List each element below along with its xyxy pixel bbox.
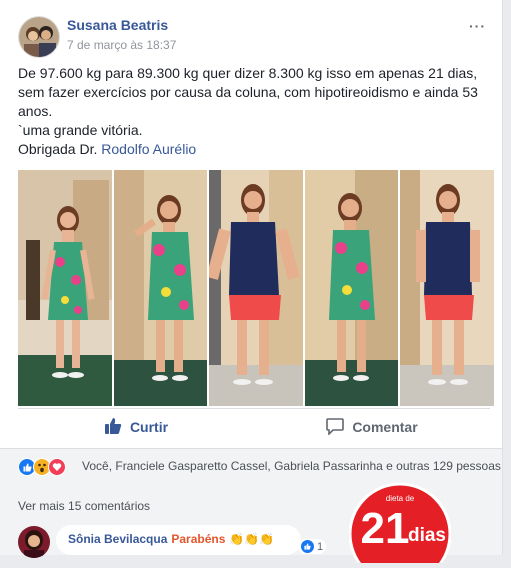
post-text-line: sem fazer exercícios por causa da coluna… bbox=[18, 84, 478, 100]
like-button[interactable]: Curtir bbox=[18, 410, 254, 444]
post-text-line: Obrigada Dr. Rodolfo Aurélio bbox=[18, 140, 494, 159]
author-name[interactable]: Susana Beatris bbox=[67, 17, 168, 33]
dieta-21-dias-logo: dieta de 21 dias bbox=[348, 482, 452, 568]
view-more-comments-link[interactable]: Ver mais 15 comentários bbox=[18, 499, 150, 513]
thanks-text: Obrigada Dr. bbox=[18, 141, 102, 157]
photo-5[interactable] bbox=[400, 170, 494, 406]
love-icon bbox=[48, 458, 66, 476]
like-icon bbox=[301, 540, 314, 553]
logo-word: dias bbox=[408, 525, 446, 546]
clapping-hands-icon: 👏👏👏 bbox=[229, 532, 275, 546]
post-text-line: De 97.600 kg para 89.300 kg quer dizer 8… bbox=[18, 65, 478, 81]
comment-author[interactable]: Sônia Bevilacqua bbox=[68, 532, 167, 546]
logo-top-text: dieta de bbox=[386, 494, 415, 503]
actions-divider bbox=[18, 408, 490, 409]
reaction-icons[interactable] bbox=[18, 458, 66, 476]
photo-4[interactable] bbox=[304, 170, 399, 406]
photo-3[interactable] bbox=[209, 170, 303, 406]
commenter-avatar[interactable] bbox=[18, 526, 50, 558]
photo-2[interactable] bbox=[113, 170, 208, 406]
author-avatar[interactable] bbox=[18, 16, 60, 58]
post-actions: Curtir Comentar bbox=[18, 410, 490, 444]
reactions-summary[interactable]: Você, Franciele Gasparetto Cassel, Gabri… bbox=[82, 459, 501, 473]
doctor-link[interactable]: Rodolfo Aurélio bbox=[101, 141, 196, 157]
post-text-line: `uma grande vitória. bbox=[18, 122, 143, 138]
comment-button[interactable]: Comentar bbox=[254, 410, 490, 444]
thumbs-up-icon bbox=[104, 417, 122, 438]
post-timestamp[interactable]: 7 de março às 18:37 bbox=[67, 38, 176, 52]
comment-text: Parabéns bbox=[171, 532, 226, 546]
photo-grid bbox=[18, 170, 494, 406]
comment-bubble: Sônia Bevilacqua Parabéns 👏👏👏 bbox=[56, 525, 301, 555]
page-background-strip bbox=[503, 0, 511, 555]
post-text: De 97.600 kg para 89.300 kg quer dizer 8… bbox=[18, 64, 494, 159]
reactions-bar: Você, Franciele Gasparetto Cassel, Gabri… bbox=[0, 448, 502, 484]
logo-number: 21 bbox=[361, 504, 410, 553]
comment-like-count[interactable]: 1 bbox=[298, 539, 327, 554]
post-card: Susana Beatris 7 de março às 18:37 ··· D… bbox=[0, 0, 503, 568]
like-label: Curtir bbox=[129, 419, 169, 435]
comment-like-number: 1 bbox=[317, 540, 324, 553]
speech-bubble-icon bbox=[326, 417, 345, 438]
post-text-line: anos. bbox=[18, 103, 53, 119]
comment-label: Comentar bbox=[352, 419, 418, 435]
post-header: Susana Beatris 7 de março às 18:37 ··· bbox=[18, 14, 490, 58]
photo-1[interactable] bbox=[18, 170, 112, 406]
more-options-icon[interactable]: ··· bbox=[469, 18, 486, 34]
